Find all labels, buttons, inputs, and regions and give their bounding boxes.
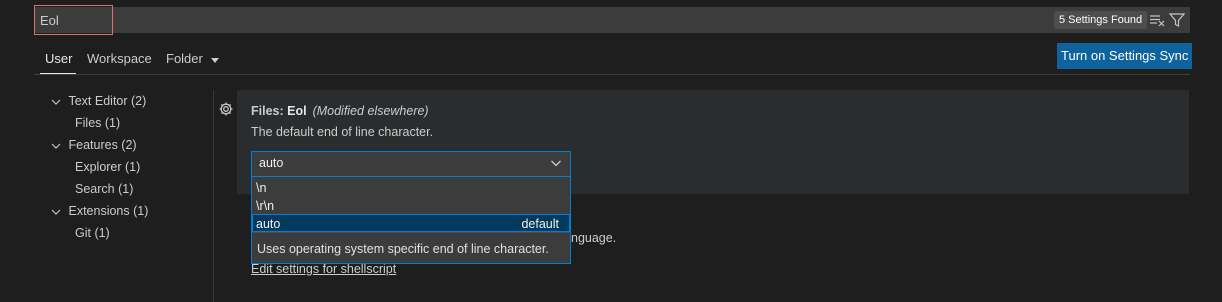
default-tag: default	[521, 217, 559, 231]
tree-item-label: Extensions (1)	[68, 204, 149, 218]
filter-icon[interactable]	[1168, 11, 1186, 29]
search-input[interactable]	[40, 10, 640, 30]
tree-item-search[interactable]: Search (1)	[75, 182, 133, 196]
header-divider	[34, 74, 1190, 75]
option-crlf[interactable]: \r\n	[252, 197, 570, 215]
option-label: \r\n	[256, 199, 275, 213]
chevron-down-icon[interactable]	[550, 158, 562, 168]
chevron-down-icon	[51, 143, 61, 149]
select-value: auto	[259, 156, 284, 170]
option-label: \n	[256, 181, 267, 195]
setting-description-partial: nguage.	[571, 231, 617, 245]
option-label: auto	[256, 217, 281, 231]
search-focus-highlight	[34, 5, 113, 35]
modified-elsewhere-note[interactable]: (Modified elsewhere)	[313, 104, 429, 118]
tab-folder[interactable]: Folder	[166, 51, 203, 66]
tree-item-explorer[interactable]: Explorer (1)	[75, 160, 140, 174]
tree-item-label: Git (1)	[75, 226, 110, 240]
results-count-badge: 5 Settings Found	[1054, 11, 1148, 29]
gear-icon[interactable]	[218, 101, 234, 117]
tree-item-text-editor[interactable]: Text Editor (2)	[51, 94, 146, 108]
tree-item-label: Files (1)	[75, 116, 121, 130]
clear-filter-icon[interactable]	[1148, 11, 1166, 29]
setting-name: Eol	[287, 104, 307, 118]
eol-select[interactable]	[251, 151, 571, 177]
chevron-down-icon	[51, 209, 61, 215]
option-lf[interactable]: \n	[252, 179, 570, 197]
setting-category: Files:	[251, 104, 288, 118]
tree-item-files[interactable]: Files (1)	[75, 116, 120, 130]
dropdown-divider	[252, 232, 570, 233]
option-auto[interactable]: auto default	[252, 214, 570, 232]
tree-item-label: Text Editor (2)	[68, 94, 147, 108]
tree-item-extensions[interactable]: Extensions (1)	[51, 204, 148, 218]
chevron-down-icon	[51, 99, 61, 105]
tree-item-label: Features (2)	[68, 138, 137, 152]
option-description: Uses operating system specific end of li…	[257, 242, 549, 256]
setting-title: Files: Eol (Modified elsewhere)	[251, 104, 429, 118]
tab-user[interactable]: User	[45, 51, 72, 66]
tree-item-label: Search (1)	[75, 182, 134, 196]
turn-on-settings-sync-button[interactable]: Turn on Settings Sync	[1057, 43, 1193, 69]
tab-workspace[interactable]: Workspace	[87, 51, 152, 66]
edit-settings-link[interactable]: Edit settings for shellscript	[251, 262, 396, 276]
tree-item-features[interactable]: Features (2)	[51, 138, 137, 152]
tree-item-label: Explorer (1)	[75, 160, 141, 174]
tree-divider	[213, 90, 214, 302]
chevron-down-icon[interactable]	[209, 55, 221, 65]
tree-item-git[interactable]: Git (1)	[75, 226, 110, 240]
setting-description: The default end of line character.	[251, 125, 434, 139]
